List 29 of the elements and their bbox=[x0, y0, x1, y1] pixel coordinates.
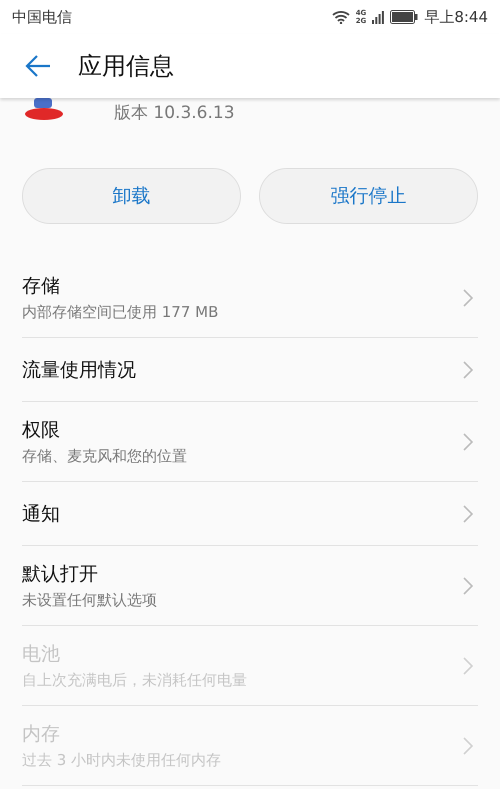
chevron-icon bbox=[462, 432, 474, 452]
chevron-icon bbox=[462, 288, 474, 308]
action-button[interactable]: 卸载 bbox=[22, 168, 241, 224]
row-subtitle: 内部存储空间已使用 177 MB bbox=[22, 303, 220, 322]
chevron-icon bbox=[462, 576, 474, 596]
chevron-icon bbox=[462, 736, 474, 756]
carrier-name: 中国电信 bbox=[12, 8, 72, 26]
chevron-icon bbox=[462, 504, 474, 524]
battery-icon bbox=[390, 10, 418, 24]
action-button[interactable]: 强行停止 bbox=[259, 168, 478, 224]
settings-row[interactable]: 默认打开 未设置任何默认选项 bbox=[22, 546, 478, 626]
row-subtitle: 未设置任何默认选项 bbox=[22, 591, 158, 610]
clock-time: 早上8:44 bbox=[424, 8, 488, 26]
row-title: 通知 bbox=[22, 502, 61, 526]
wifi-icon bbox=[332, 10, 350, 24]
app-version: 版本 10.3.6.13 bbox=[114, 102, 235, 124]
settings-row[interactable]: 存储 内部存储空间已使用 177 MB bbox=[22, 258, 478, 338]
row-title: 默认打开 bbox=[22, 562, 99, 587]
settings-row[interactable]: 权限 存储、麦克风和您的位置 bbox=[22, 402, 478, 482]
chevron-icon bbox=[462, 360, 474, 380]
row-title: 存储 bbox=[22, 274, 61, 299]
signal-icon bbox=[372, 10, 384, 24]
settings-row[interactable]: 流量使用情况 bbox=[22, 338, 478, 402]
chevron-icon bbox=[462, 656, 474, 676]
settings-row[interactable]: 通知 bbox=[22, 482, 478, 546]
row-title: 权限 bbox=[22, 418, 61, 443]
page-title: 应用信息 bbox=[78, 51, 174, 82]
row-title: 流量使用情况 bbox=[22, 358, 137, 382]
row-subtitle: 存储、麦克风和您的位置 bbox=[22, 447, 188, 466]
